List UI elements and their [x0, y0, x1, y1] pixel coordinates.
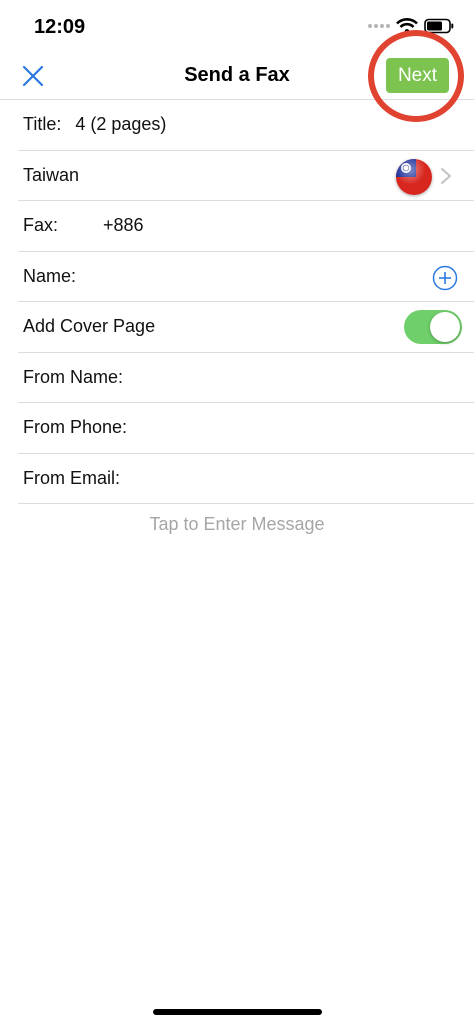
message-input[interactable]: Tap to Enter Message [0, 514, 474, 535]
from-email-row[interactable]: From Email: [18, 454, 474, 504]
fax-label: Fax: [23, 215, 59, 236]
next-button[interactable]: Next [386, 58, 449, 93]
from-name-row[interactable]: From Name: [18, 353, 474, 403]
cover-page-toggle[interactable] [404, 310, 462, 344]
signal-icon [368, 24, 390, 28]
toggle-knob [430, 312, 460, 342]
status-icons [368, 18, 454, 34]
name-label: Name: [23, 265, 77, 286]
from-phone-row[interactable]: From Phone: [18, 403, 474, 454]
fax-form: Title: 4 (2 pages) Taiwan Fax: +886 Name… [18, 100, 474, 504]
title-label: Title: [23, 114, 62, 135]
taiwan-flag-icon [396, 158, 432, 195]
battery-icon [424, 18, 454, 34]
cover-page-row: Add Cover Page [18, 302, 474, 353]
cover-page-label: Add Cover Page [23, 316, 156, 337]
title-row[interactable]: Title: 4 (2 pages) [18, 100, 474, 151]
from-email-label: From Email: [23, 467, 121, 488]
add-circle-icon[interactable] [432, 265, 458, 291]
country-label: Taiwan [23, 164, 80, 185]
wifi-icon [396, 18, 418, 34]
name-row[interactable]: Name: [18, 252, 474, 302]
status-time: 12:09 [34, 16, 86, 38]
from-phone-label: From Phone: [23, 417, 128, 438]
chevron-right-icon [441, 167, 451, 184]
home-indicator [153, 1009, 322, 1015]
country-row[interactable]: Taiwan [18, 151, 474, 201]
from-name-label: From Name: [23, 366, 124, 387]
navigation-bar: Send a Fax Next [0, 30, 474, 122]
status-bar: 12:09 [0, 0, 474, 50]
fax-row[interactable]: Fax: +886 [18, 201, 474, 252]
title-value: 4 (2 pages) [75, 114, 167, 135]
fax-number-field[interactable]: +886 [103, 215, 144, 236]
